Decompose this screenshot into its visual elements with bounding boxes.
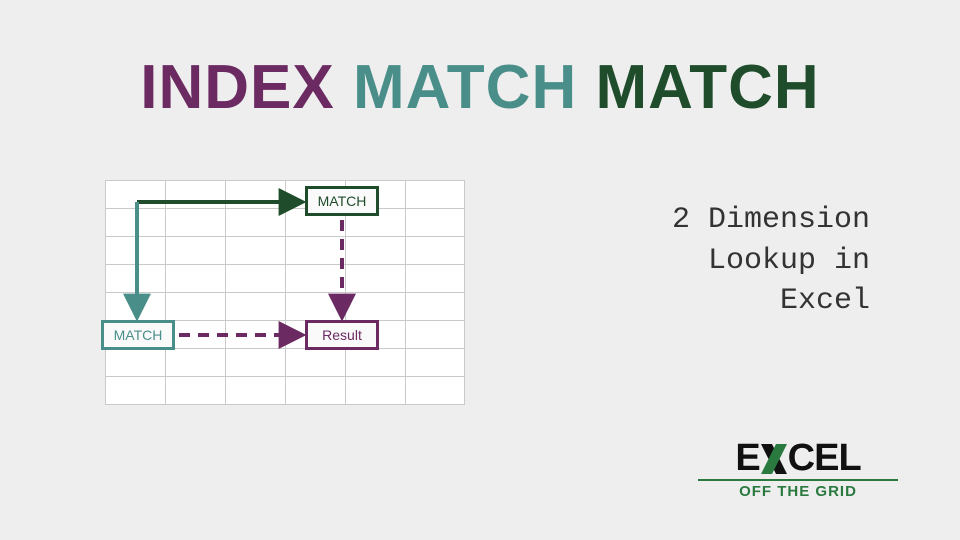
logo-x-icon <box>761 443 787 473</box>
logo-letter-e: E <box>735 439 759 477</box>
subtitle-line-2: Lookup in <box>550 241 870 282</box>
brand-logo: E CEL OFF THE GRID <box>698 439 898 500</box>
logo-tagline: OFF THE GRID <box>698 479 898 500</box>
page-title: INDEX MATCH MATCH <box>0 52 960 123</box>
diagram-arrows <box>105 180 465 405</box>
diagram-box-match-row: MATCH <box>101 320 175 350</box>
subtitle-line-1: 2 Dimension <box>550 200 870 241</box>
subtitle-line-3: Excel <box>550 281 870 322</box>
title-word-match-1: MATCH <box>353 53 577 122</box>
logo-letters-cel: CEL <box>788 439 861 477</box>
diagram-box-match-column: MATCH <box>305 186 379 216</box>
logo-main: E CEL <box>698 439 898 477</box>
lookup-diagram: MATCH MATCH Result <box>105 180 465 405</box>
subtitle: 2 Dimension Lookup in Excel <box>550 200 870 322</box>
title-word-match-2: MATCH <box>595 53 819 122</box>
diagram-box-result: Result <box>305 320 379 350</box>
title-word-index: INDEX <box>140 53 334 122</box>
